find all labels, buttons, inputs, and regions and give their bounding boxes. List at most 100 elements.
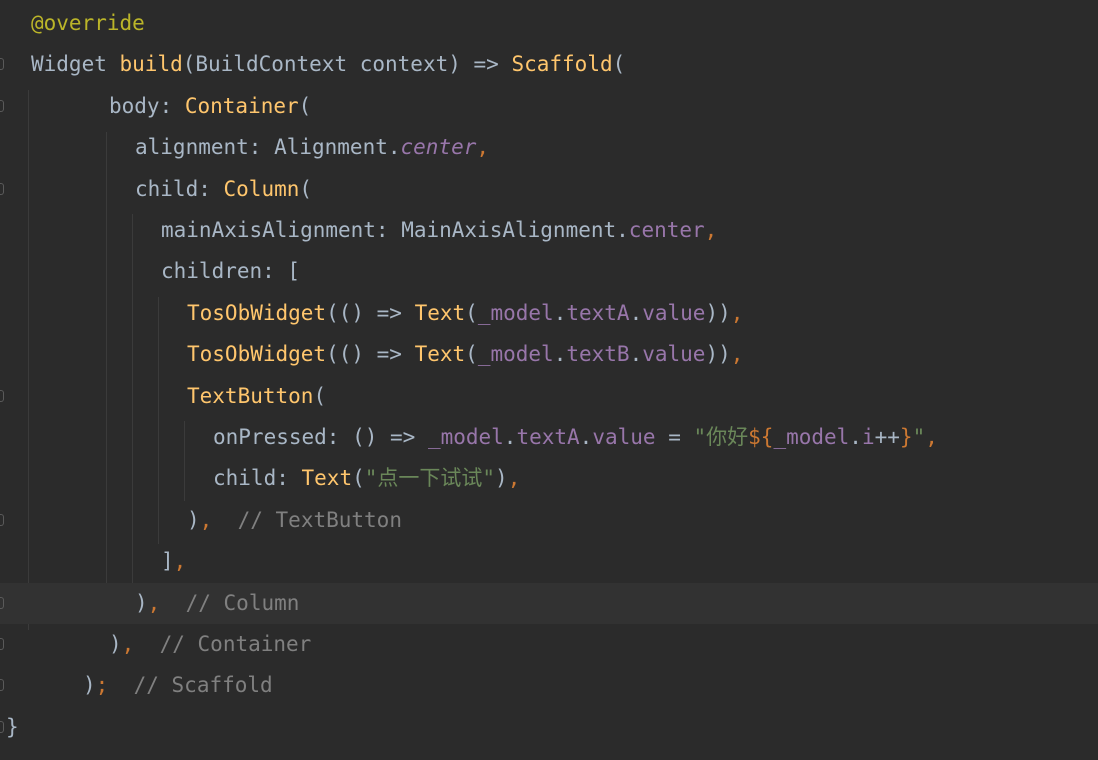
code-token: Scaffold bbox=[511, 52, 613, 77]
code-line[interactable]: ), // Column bbox=[0, 582, 1098, 624]
code-token: Text bbox=[414, 300, 466, 325]
code-line[interactable]: TosObWidget(() => Text(_model.textB.valu… bbox=[0, 334, 1098, 375]
code-token: center bbox=[400, 135, 477, 160]
fold-marker-icon[interactable] bbox=[0, 99, 4, 112]
code-token: textA bbox=[516, 425, 580, 449]
code-token: , bbox=[704, 218, 718, 242]
code-line[interactable]: ); // Scaffold bbox=[0, 665, 1098, 706]
fold-marker-icon[interactable] bbox=[0, 182, 4, 195]
code-token: _model bbox=[477, 300, 554, 325]
code-token: , bbox=[476, 135, 490, 160]
code-text: ), // Column bbox=[135, 583, 299, 624]
code-token: ) bbox=[109, 632, 122, 656]
code-token: Column bbox=[223, 176, 300, 201]
code-line[interactable]: ], bbox=[0, 541, 1098, 582]
code-token: build bbox=[119, 52, 183, 77]
code-token: // Container bbox=[134, 632, 312, 656]
code-token: , bbox=[925, 425, 938, 449]
code-token: ( bbox=[465, 300, 478, 325]
code-line[interactable]: @override bbox=[0, 3, 1098, 44]
code-token: } bbox=[899, 425, 913, 449]
code-text: child: Column( bbox=[135, 169, 312, 210]
code-token: Text bbox=[301, 466, 353, 491]
code-text: TextButton( bbox=[187, 376, 326, 417]
fold-marker-icon[interactable] bbox=[0, 720, 4, 733]
code-line[interactable]: Widget build(BuildContext context) => Sc… bbox=[0, 44, 1098, 85]
code-token: ) bbox=[495, 466, 508, 491]
code-line[interactable]: ), // TextButton bbox=[0, 500, 1098, 541]
code-token: , bbox=[730, 300, 744, 325]
code-token: ) bbox=[83, 673, 96, 698]
code-line[interactable]: mainAxisAlignment: MainAxisAlignment.cen… bbox=[0, 210, 1098, 251]
code-text: children: [ bbox=[161, 251, 300, 292]
code-token: , bbox=[507, 466, 521, 491]
code-token: _model bbox=[773, 425, 850, 449]
code-token: (() => bbox=[326, 300, 415, 325]
code-token: mainAxisAlignment: MainAxisAlignment. bbox=[161, 218, 629, 242]
code-line[interactable]: ), // Container bbox=[0, 624, 1098, 665]
code-token: TosObWidget bbox=[187, 342, 327, 367]
code-editor[interactable]: @override Widget build(BuildContext conte… bbox=[0, 0, 1098, 760]
code-text: ), // TextButton bbox=[187, 500, 402, 541]
code-token: body: bbox=[109, 93, 185, 118]
code-token: _model bbox=[427, 425, 504, 449]
fold-marker-icon[interactable] bbox=[0, 638, 4, 650]
fold-marker-icon[interactable] bbox=[0, 58, 4, 71]
code-token: textA bbox=[566, 300, 630, 325]
code-token: , bbox=[121, 632, 135, 656]
code-text: mainAxisAlignment: MainAxisAlignment.cen… bbox=[161, 210, 717, 251]
code-line[interactable]: TextButton( bbox=[0, 376, 1098, 417]
code-text: TosObWidget(() => Text(_model.textB.valu… bbox=[187, 334, 743, 375]
code-token: . bbox=[553, 300, 567, 325]
code-token: _model bbox=[477, 342, 554, 367]
code-line[interactable]: child: Column( bbox=[0, 169, 1098, 210]
code-text: alignment: Alignment.center, bbox=[135, 127, 489, 168]
code-text: ], bbox=[161, 541, 186, 582]
code-token: // TextButton bbox=[212, 507, 402, 532]
code-token: ( bbox=[313, 383, 327, 408]
code-text: Widget build(BuildContext context) => Sc… bbox=[31, 44, 625, 85]
code-token: child: bbox=[213, 466, 302, 491]
fold-marker-icon[interactable] bbox=[0, 596, 4, 609]
code-text: } bbox=[6, 707, 19, 748]
code-text: body: Container( bbox=[109, 86, 311, 127]
code-token: , bbox=[147, 590, 161, 615]
code-token: )) bbox=[705, 300, 731, 325]
code-line[interactable]: children: [ bbox=[0, 251, 1098, 292]
code-line[interactable]: child: Text("点一下试试"), bbox=[0, 458, 1098, 499]
code-token: , bbox=[173, 549, 187, 574]
code-token: ++ bbox=[874, 425, 900, 449]
code-token: Text bbox=[414, 342, 466, 367]
code-text: @override bbox=[31, 3, 145, 44]
code-token: ( bbox=[352, 466, 365, 491]
code-text: ), // Container bbox=[109, 624, 311, 665]
code-token: value bbox=[592, 425, 656, 449]
code-text: onPressed: () => _model.textA.value = "你… bbox=[213, 417, 938, 458]
code-token: . bbox=[553, 342, 567, 367]
code-token: value bbox=[642, 342, 706, 367]
code-token: (BuildContext context) => bbox=[182, 52, 512, 77]
code-token: textB bbox=[566, 342, 630, 367]
code-token: Container bbox=[184, 93, 299, 118]
code-line[interactable]: } bbox=[0, 707, 1098, 748]
code-line[interactable]: alignment: Alignment.center, bbox=[0, 127, 1098, 168]
code-token: . bbox=[629, 300, 643, 325]
code-token: // Scaffold bbox=[108, 673, 273, 698]
fold-marker-icon[interactable] bbox=[0, 389, 4, 402]
code-token: value bbox=[642, 300, 706, 325]
code-token: ] bbox=[161, 549, 174, 574]
code-token: } bbox=[6, 714, 19, 739]
code-token: , bbox=[730, 342, 744, 367]
code-token: alignment: Alignment. bbox=[135, 135, 401, 160]
code-token: )) bbox=[705, 342, 731, 367]
code-line[interactable]: body: Container( bbox=[0, 86, 1098, 127]
code-token: (() => bbox=[326, 342, 415, 367]
code-token: ; bbox=[95, 673, 109, 698]
fold-marker-icon[interactable] bbox=[0, 513, 4, 526]
fold-marker-icon[interactable] bbox=[0, 679, 4, 692]
code-line[interactable]: TosObWidget(() => Text(_model.textA.valu… bbox=[0, 293, 1098, 334]
code-token: ( bbox=[299, 176, 313, 201]
code-token: TosObWidget bbox=[187, 300, 327, 325]
code-token: ( bbox=[298, 93, 312, 118]
code-line[interactable]: onPressed: () => _model.textA.value = "你… bbox=[0, 417, 1098, 458]
